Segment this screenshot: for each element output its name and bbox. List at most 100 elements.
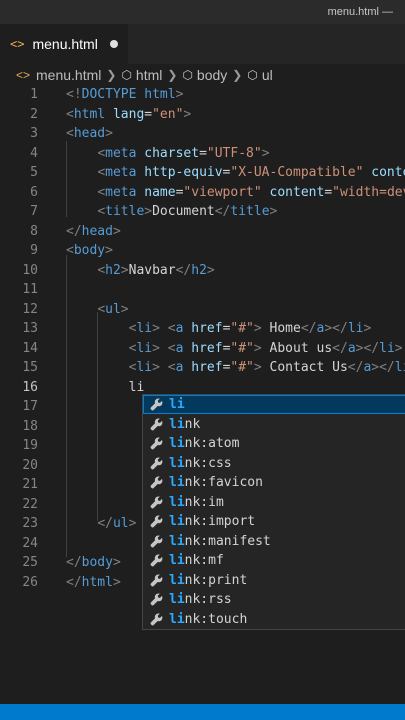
code-token: </ bbox=[66, 574, 82, 590]
suggestion-item[interactable]: link:touch bbox=[143, 610, 405, 629]
suggestion-item[interactable]: li bbox=[143, 395, 405, 414]
code-token: Navbar bbox=[128, 262, 176, 278]
code-line[interactable]: 13 <li> <a href="#"> Home</a></li> bbox=[0, 319, 405, 338]
code-line[interactable]: 6 <meta name="viewport" content="width=d… bbox=[0, 183, 405, 202]
match-highlight: li bbox=[169, 416, 185, 432]
code-text: <meta charset="UTF-8"> bbox=[66, 144, 269, 163]
code-line[interactable]: 14 <li> <a href="#"> About us</a></li> bbox=[0, 339, 405, 358]
line-number: 2 bbox=[30, 106, 38, 122]
line-number: 24 bbox=[22, 535, 38, 551]
match-highlight: li bbox=[169, 592, 185, 607]
suggestion-item[interactable]: link:print bbox=[143, 571, 405, 590]
code-token: > bbox=[152, 321, 160, 336]
code-token: </ bbox=[66, 555, 82, 570]
line-number: 17 bbox=[22, 399, 38, 414]
code-line[interactable]: 3 <head> bbox=[0, 124, 405, 143]
suggestion-item[interactable]: link bbox=[143, 415, 405, 434]
code-token: "viewport" bbox=[183, 184, 262, 200]
code-line[interactable]: 9 <body> bbox=[0, 241, 405, 260]
match-highlight: li bbox=[169, 514, 185, 529]
code-line[interactable]: 5 <meta http-equiv="X-UA-Compatible" con… bbox=[0, 163, 405, 182]
code-token: > bbox=[394, 340, 403, 356]
code-text: <li> <a href="#"> Contact Us</a></li bbox=[66, 358, 405, 377]
code-token: ></ bbox=[324, 321, 348, 336]
code-token: li bbox=[394, 360, 405, 375]
suggestion-item[interactable]: link:manifest bbox=[143, 532, 405, 551]
code-token: > bbox=[269, 204, 278, 219]
code-line[interactable]: 2 <html lang="en"> bbox=[0, 105, 405, 124]
code-token: </ bbox=[66, 223, 82, 239]
code-token: </ bbox=[332, 340, 348, 356]
code-token: h2 bbox=[191, 262, 207, 278]
line-number: 12 bbox=[22, 301, 38, 317]
code-token: head bbox=[73, 126, 106, 141]
breadcrumb-item-html[interactable]: html bbox=[136, 67, 162, 83]
suggestion-item[interactable]: link:favicon bbox=[143, 473, 405, 492]
match-highlight: li bbox=[169, 611, 185, 627]
suggestion-item[interactable]: link:css bbox=[143, 454, 405, 473]
code-token: DOCTYPE bbox=[81, 87, 137, 102]
code-token: conte bbox=[371, 165, 405, 180]
code-token: Contact Us bbox=[261, 360, 348, 375]
line-number: 10 bbox=[22, 262, 38, 278]
line-number: 26 bbox=[22, 574, 38, 590]
line-number: 25 bbox=[22, 555, 38, 570]
code-token: meta bbox=[105, 165, 137, 180]
autocomplete-widget: li link link:atom link:css link:favicon link:… bbox=[142, 394, 405, 630]
code-text: <ul> bbox=[66, 300, 128, 319]
code-token: > bbox=[152, 360, 160, 375]
line-number: 23 bbox=[22, 516, 38, 531]
html-file-icon: <> bbox=[16, 68, 31, 82]
tab-menu-html[interactable]: <> menu.html bbox=[0, 24, 128, 64]
breadcrumb-item-body[interactable]: body bbox=[197, 67, 227, 83]
suggestion-rest: nk:css bbox=[184, 455, 232, 471]
line-number: 3 bbox=[30, 126, 38, 141]
wrench-icon bbox=[143, 457, 169, 470]
code-token: > bbox=[112, 555, 121, 570]
code-token: "#" bbox=[230, 321, 254, 336]
suggestion-rest: nk:import bbox=[184, 514, 256, 529]
code-line[interactable]: 12 <ul> bbox=[0, 300, 405, 319]
code-token: head bbox=[81, 223, 113, 239]
suggestion-item[interactable]: link:rss bbox=[143, 590, 405, 609]
code-text: </ul> bbox=[66, 514, 136, 533]
code-token: body bbox=[81, 555, 113, 570]
code-line[interactable]: 8 </head> bbox=[0, 222, 405, 241]
code-line[interactable]: 15 <li> <a href="#"> Contact Us</a></li bbox=[0, 358, 405, 377]
unsaved-dot-icon[interactable] bbox=[109, 40, 118, 48]
code-token: < bbox=[97, 145, 106, 161]
code-text: li bbox=[66, 378, 145, 397]
code-token: <! bbox=[66, 87, 82, 102]
code-line[interactable]: 4 <meta charset="UTF-8"> bbox=[0, 144, 405, 163]
breadcrumb-item-file[interactable]: menu.html bbox=[36, 67, 101, 83]
suggestion-label: li bbox=[169, 397, 185, 412]
code-token: href bbox=[183, 321, 223, 336]
code-line[interactable]: 1 <!DOCTYPE html> bbox=[0, 85, 405, 104]
code-token: > bbox=[206, 262, 215, 278]
line-number: 20 bbox=[22, 457, 38, 473]
code-line[interactable]: 11 bbox=[0, 280, 405, 299]
suggestion-item[interactable]: link:im bbox=[143, 493, 405, 512]
suggestion-item[interactable]: link:import bbox=[143, 512, 405, 531]
code-line[interactable]: 7 <title>Document</title> bbox=[0, 202, 405, 221]
breadcrumb-item-ul[interactable]: ul bbox=[262, 67, 273, 83]
line-number: 18 bbox=[22, 418, 38, 434]
code-token: < bbox=[66, 243, 74, 258]
code-token: > bbox=[112, 574, 121, 590]
code-text: <head> bbox=[66, 124, 113, 143]
line-number: 6 bbox=[30, 184, 38, 200]
wrench-icon bbox=[143, 554, 169, 567]
code-token: content bbox=[261, 184, 325, 200]
code-text: <!DOCTYPE html> bbox=[66, 85, 183, 104]
suggestion-item[interactable]: link:mf bbox=[143, 551, 405, 570]
code-line[interactable]: 10 <h2>Navbar</h2> bbox=[0, 261, 405, 280]
cube-icon: ⬡ bbox=[247, 68, 258, 82]
suggestion-label: link:atom bbox=[169, 436, 239, 451]
suggestion-item[interactable]: link:atom bbox=[143, 434, 405, 453]
code-token: meta bbox=[105, 145, 137, 161]
suggestion-label: link:print bbox=[169, 573, 247, 588]
wrench-icon bbox=[143, 535, 169, 548]
